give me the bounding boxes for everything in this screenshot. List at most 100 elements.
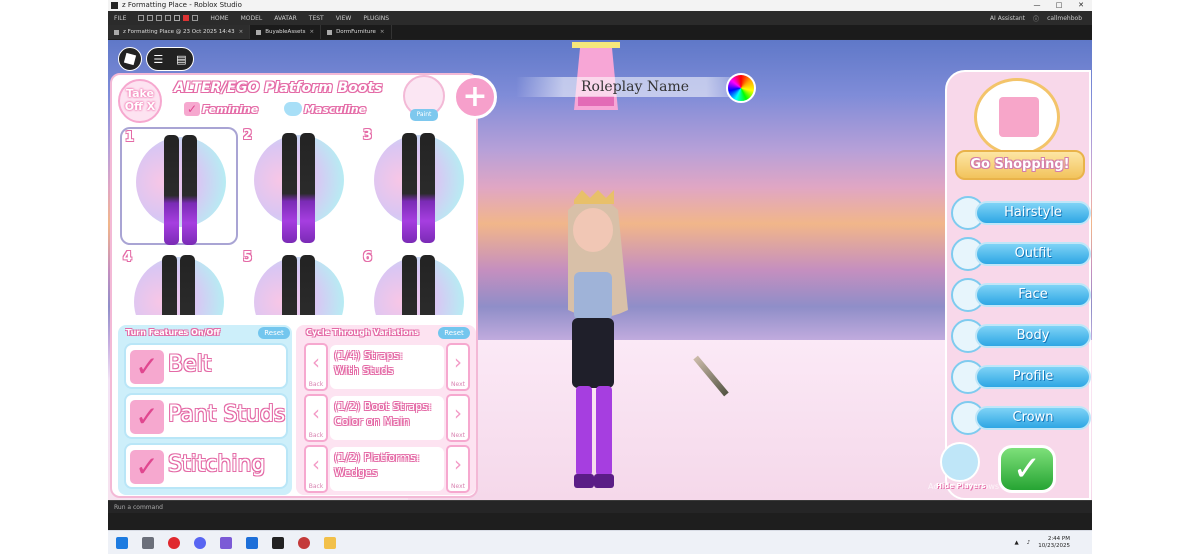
color-wheel-icon[interactable] (726, 73, 756, 103)
network-icon[interactable]: ▲ (1015, 540, 1019, 546)
discord-icon[interactable] (194, 536, 206, 549)
ai-assistant-button[interactable]: AI Assistant (990, 15, 1025, 22)
system-tray: ▲ ♪ 2:44 PM 10/23/2025 (1015, 536, 1092, 550)
tab-label: DormFurniture (336, 29, 376, 35)
variation-row: ‹ Back (1/2) Boot Straps: Color on Main › N… (304, 394, 472, 442)
add-button[interactable]: + (453, 75, 497, 119)
feminine-toggle[interactable]: ✓ Feminine (184, 102, 258, 116)
close-icon[interactable]: ✕ (1070, 0, 1092, 11)
feature-pant-studs[interactable]: ✓ Pant Studs (124, 393, 288, 439)
tool-icon[interactable] (138, 15, 145, 21)
variant-cell[interactable]: 5 (240, 249, 358, 315)
help-icon[interactable]: ⓘ (1033, 14, 1039, 23)
menu-file[interactable]: FILE (108, 15, 132, 22)
minimize-icon[interactable]: — (1026, 0, 1048, 11)
next-button[interactable]: › Next (446, 394, 470, 442)
hairstyle-button[interactable]: Hairstyle (951, 196, 1091, 230)
variant-cell[interactable]: 3 (360, 127, 476, 245)
menu-label: Outfit (975, 242, 1091, 266)
menu-home[interactable]: HOME (204, 15, 234, 22)
boots-preview (162, 255, 196, 315)
tab-dormfurniture[interactable]: DormFurniture × (321, 25, 392, 39)
command-bar[interactable]: Run a command (108, 500, 1092, 513)
body-button[interactable]: Body (951, 319, 1091, 353)
app-icon[interactable] (220, 536, 232, 549)
variant-cell[interactable]: 4 (120, 249, 238, 315)
variant-cell[interactable]: 2 (240, 127, 358, 245)
masculine-label: Masculine (304, 102, 367, 116)
shopping-bag-icon[interactable] (974, 78, 1060, 156)
menu-label: Crown (975, 406, 1091, 430)
roblox-studio-icon[interactable] (246, 536, 258, 549)
roblox-menu-button[interactable] (118, 47, 142, 71)
opera-icon[interactable] (168, 536, 180, 549)
tool-icon[interactable] (165, 15, 172, 21)
clock[interactable]: 2:44 PM 10/23/2025 (1038, 536, 1070, 550)
roleplay-name[interactable]: Roleplay Name (516, 77, 754, 97)
file-explorer-icon[interactable] (324, 536, 336, 549)
time: 2:44 PM (1047, 535, 1070, 542)
menu-test[interactable]: TEST (303, 15, 330, 22)
next-label: Next (451, 432, 465, 439)
user-name[interactable]: callmehbob (1047, 15, 1082, 22)
variant-cell[interactable]: 6 (360, 249, 476, 315)
outfit-button[interactable]: Outfit (951, 237, 1091, 271)
go-shopping-button[interactable]: Go Shopping! (955, 150, 1085, 180)
roblox-icon[interactable] (272, 536, 284, 549)
tab-buyableassets[interactable]: BuyableAssets × (250, 25, 322, 39)
variation-line: (1/2) Platforms: (334, 451, 420, 464)
toolbar-right: AI Assistant ⓘ callmehbob (990, 14, 1092, 23)
game-icon[interactable] (298, 536, 310, 549)
maximize-icon[interactable]: □ (1048, 0, 1070, 11)
variant-cell[interactable]: 1 (120, 127, 238, 245)
variation-line: (1/4) Straps: (334, 349, 403, 362)
variation-text: (1/2) Platforms: Wedges (330, 447, 444, 491)
game-viewport[interactable]: ☰ ▤ Roleplay Name Take Off X ALTER/EGO Pl… (108, 40, 1092, 500)
menu-plugins[interactable]: PLUGINS (357, 15, 395, 22)
crown-button[interactable]: Crown (951, 401, 1091, 435)
close-tab-icon[interactable]: × (239, 25, 244, 39)
play-icon[interactable] (174, 15, 181, 21)
menu-model[interactable]: MODEL (235, 15, 269, 22)
hamburger-icon[interactable]: ☰ (153, 53, 163, 66)
next-button[interactable]: › Next (446, 445, 470, 493)
menu-avatar[interactable]: AVATAR (268, 15, 303, 22)
variations-reset-button[interactable]: Reset (438, 327, 470, 339)
next-button[interactable]: › Next (446, 343, 470, 391)
studio-toolbar: FILE HOME MODEL AVATAR TEST VIEW PLUGINS… (108, 11, 1092, 25)
hide-players-icon[interactable] (940, 442, 980, 482)
tool-icon[interactable] (156, 15, 163, 21)
profile-button[interactable]: Profile (951, 360, 1091, 394)
windows-start-icon[interactable] (116, 536, 128, 549)
features-reset-button[interactable]: Reset (258, 327, 290, 339)
masculine-toggle[interactable]: Masculine (284, 102, 366, 116)
back-button[interactable]: ‹ Back (304, 394, 328, 442)
stop-icon[interactable] (183, 15, 190, 21)
title-bar: z Formatting Place - Roblox Studio — □ ✕ (108, 0, 1092, 11)
feature-stitching[interactable]: ✓ Stitching (124, 443, 288, 489)
close-tab-icon[interactable]: × (309, 25, 314, 39)
command-input[interactable]: Run a command (114, 504, 163, 511)
chat-icon[interactable]: ▤ (176, 53, 186, 66)
feature-belt[interactable]: ✓ Belt (124, 343, 288, 389)
confirm-check-button[interactable]: ✓ (998, 445, 1056, 493)
cell-number: 6 (363, 250, 373, 265)
task-view-icon[interactable] (142, 536, 154, 549)
cell-number: 4 (123, 250, 133, 265)
volume-icon[interactable]: ♪ (1027, 540, 1031, 546)
tool-icon[interactable] (147, 15, 154, 21)
back-button[interactable]: ‹ Back (304, 445, 328, 493)
undo-icon[interactable] (192, 15, 199, 21)
boots-preview (402, 133, 436, 243)
tab-place[interactable]: z Formatting Place @ 23 Oct 2025 14:43 × (108, 25, 251, 39)
quick-tools (132, 15, 204, 21)
face-button[interactable]: Face (951, 278, 1091, 312)
close-tab-icon[interactable]: × (380, 25, 385, 39)
heart-icon (284, 102, 302, 116)
variation-row: ‹ Back (1/2) Platforms: Wedges › Next (304, 445, 472, 493)
place-icon (114, 29, 119, 35)
take-off-button[interactable]: Take Off X (118, 79, 162, 123)
back-button[interactable]: ‹ Back (304, 343, 328, 391)
menu-view[interactable]: VIEW (330, 15, 358, 22)
check-icon: ✓ (130, 350, 164, 384)
